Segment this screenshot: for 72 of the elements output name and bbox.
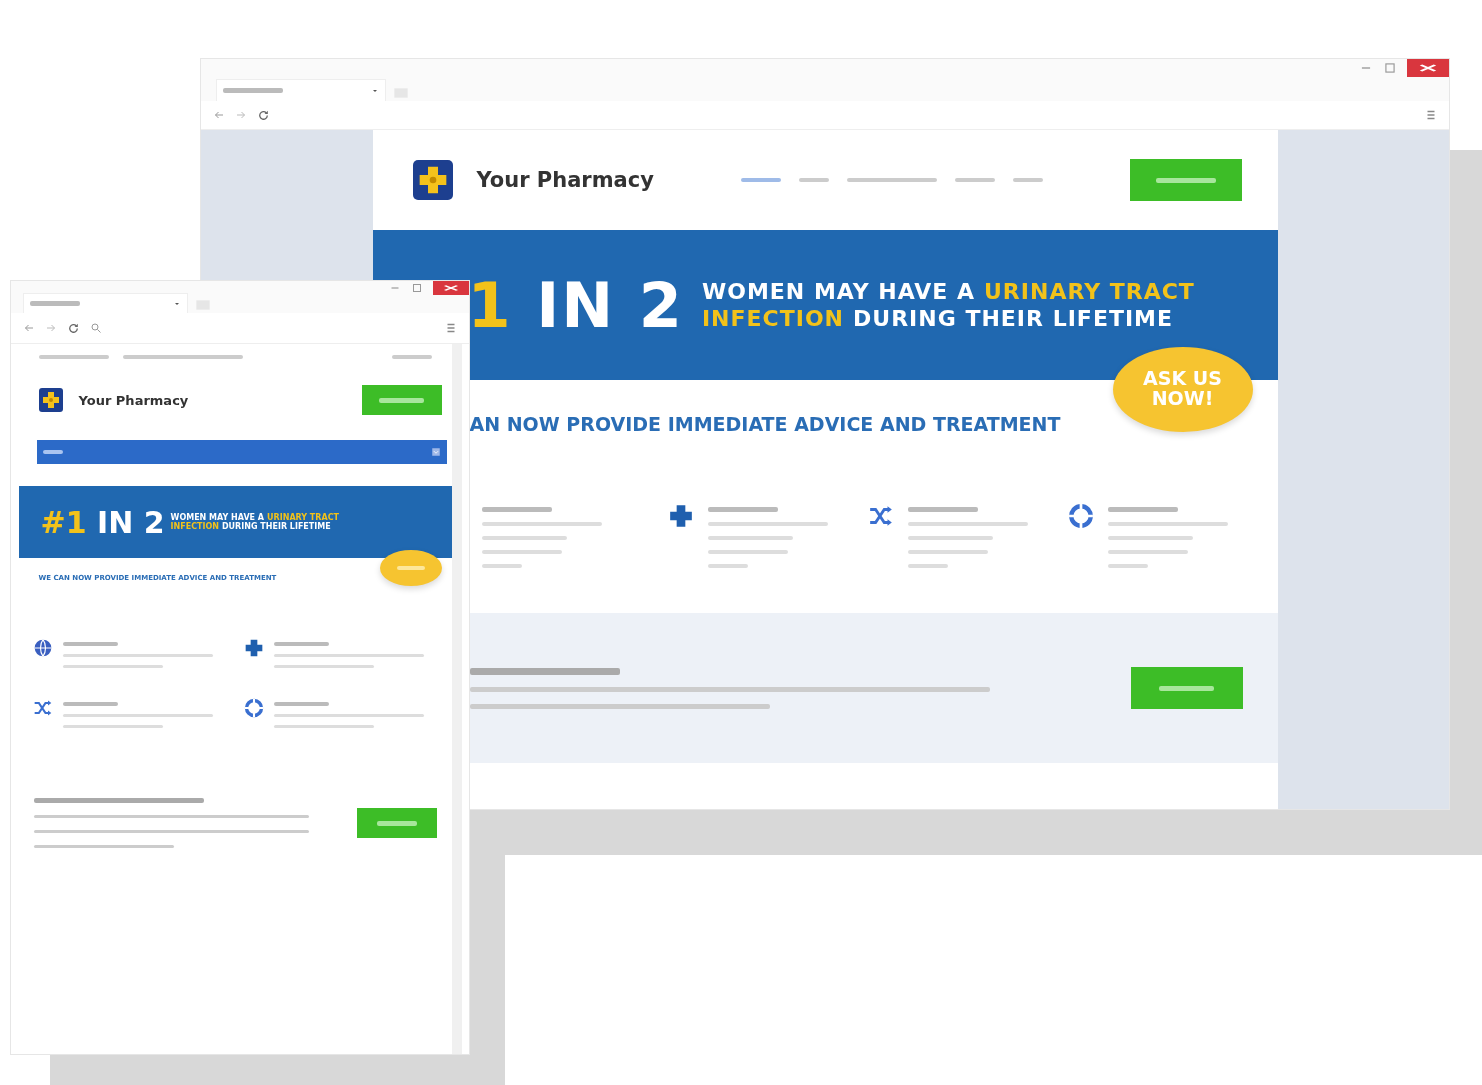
cta-button[interactable] <box>361 385 442 415</box>
close-icon[interactable] <box>433 281 469 295</box>
blurred-text <box>274 702 329 706</box>
blurred-text <box>481 564 522 568</box>
banner-stat: 1 IN 2 <box>467 268 684 342</box>
blurred-text <box>30 301 80 306</box>
headline-phrase: INFECTION <box>701 306 845 331</box>
reload-icon[interactable] <box>257 108 270 122</box>
blurred-text <box>481 507 552 512</box>
menu-icon[interactable] <box>1425 109 1437 121</box>
badge[interactable] <box>379 550 442 586</box>
new-tab-icon[interactable] <box>392 85 410 101</box>
blurred-text <box>907 564 948 568</box>
maximize-icon[interactable] <box>411 282 423 294</box>
cross-logo-icon <box>412 160 453 200</box>
blurred-text <box>391 355 432 359</box>
lifebuoy-icon <box>244 698 264 718</box>
back-icon[interactable] <box>23 322 35 334</box>
blurred-text <box>1159 685 1214 691</box>
headline-phrase: DURING THEIR LIFETIME <box>221 522 331 531</box>
banner-stat: #1 IN 2 <box>40 504 165 540</box>
reload-icon[interactable] <box>67 321 80 335</box>
headline-phrase: WOMEN MAY HAVE A <box>170 513 265 522</box>
cross-icon <box>244 638 264 658</box>
blurred-text <box>376 820 417 826</box>
blurred-text <box>707 564 748 568</box>
cross-logo-icon <box>38 388 63 412</box>
menu-icon[interactable] <box>445 322 457 334</box>
blurred-text <box>223 88 283 93</box>
blurred-text <box>274 642 329 646</box>
blurred-text <box>379 397 424 403</box>
site-name: Your Pharmacy <box>476 168 654 192</box>
close-icon[interactable] <box>1407 59 1449 77</box>
headline-phrase: DURING THEIR LIFETIME <box>853 306 1174 331</box>
globe-icon <box>32 638 53 658</box>
blurred-text <box>62 702 118 706</box>
headline-phrase: URINARY TRACT <box>267 513 339 522</box>
site-name: Your Pharmacy <box>78 392 189 408</box>
browser-tab[interactable] <box>23 293 188 313</box>
cta-button[interactable] <box>1130 159 1243 201</box>
maximize-icon[interactable] <box>1383 61 1397 75</box>
blurred-text <box>38 355 109 359</box>
blurred-text <box>907 507 978 512</box>
blurred-text <box>955 178 996 182</box>
headline-phrase: INFECTION <box>170 522 219 531</box>
blurred-text <box>1107 564 1148 568</box>
shuffle-icon <box>32 698 53 718</box>
back-icon[interactable] <box>213 109 225 121</box>
browser-tab[interactable] <box>216 79 386 101</box>
new-tab-icon[interactable] <box>194 297 212 313</box>
cross-icon <box>667 503 694 529</box>
headline-phrase: URINARY TRACT <box>984 279 1195 304</box>
cta-button[interactable] <box>356 808 437 838</box>
blurred-text <box>707 507 778 512</box>
forward-icon[interactable] <box>45 322 57 334</box>
forward-icon[interactable] <box>235 109 247 121</box>
blurred-text <box>1107 507 1178 512</box>
blurred-text <box>741 178 782 182</box>
blurred-text <box>62 642 118 646</box>
blurred-text <box>1013 178 1044 182</box>
headline-phrase: WOMEN MAY HAVE A <box>701 279 975 304</box>
cta-button[interactable] <box>1130 667 1243 709</box>
blurred-text <box>799 178 830 182</box>
tagline: AN NOW PROVIDE IMMEDIATE ADVICE AND TREATMENT <box>469 413 1061 435</box>
blurred-text <box>1156 177 1217 183</box>
blurred-text <box>42 450 63 454</box>
blurred-text <box>396 566 425 570</box>
search-icon <box>90 322 102 334</box>
chevron-icon <box>430 447 441 457</box>
scrollbar[interactable] <box>451 344 462 1054</box>
menu-dropdown[interactable] <box>36 440 447 464</box>
lifebuoy-icon <box>1067 503 1094 529</box>
